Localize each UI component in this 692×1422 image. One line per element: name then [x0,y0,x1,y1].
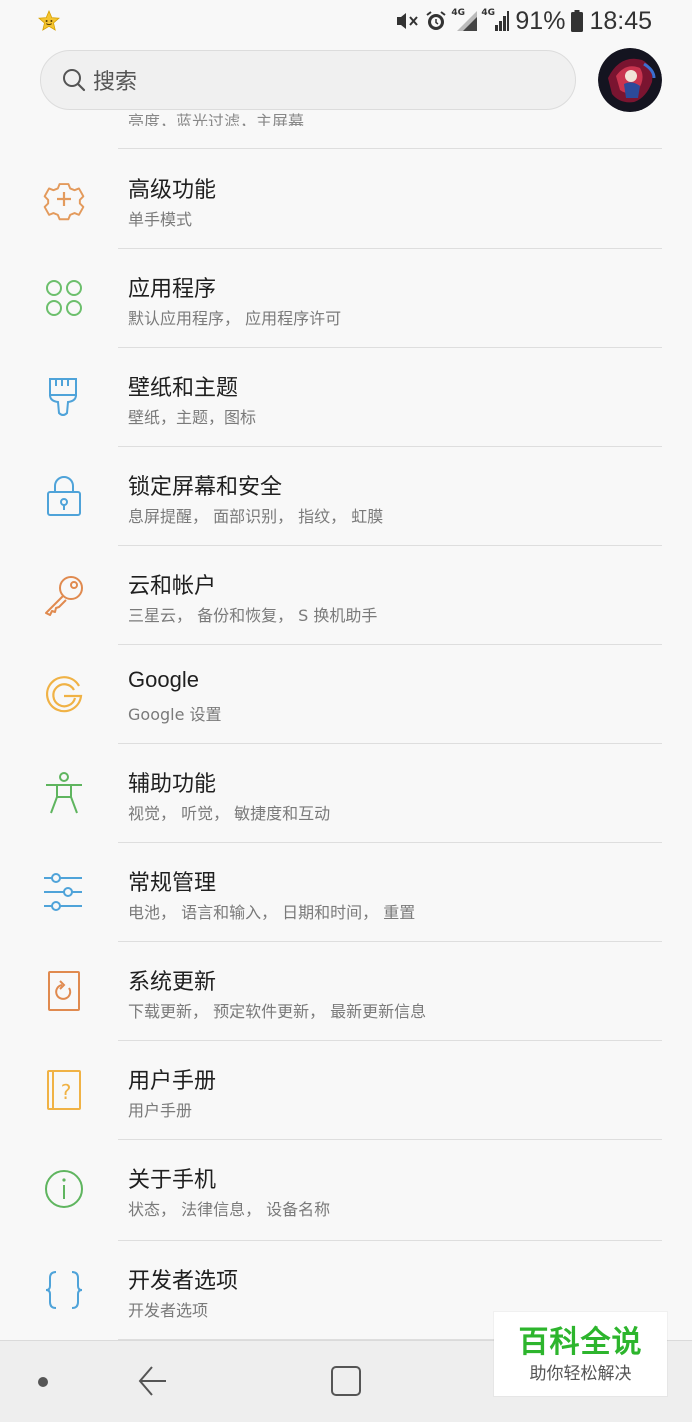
settings-item-user-manual[interactable]: ? 用户手册 用户手册 [0,1041,692,1139]
4g-signal-icon: 4G [481,8,510,33]
settings-item-wallpaper-themes[interactable]: 壁纸和主题 壁纸，主题，图标 [0,348,692,446]
item-subtitle: 息屏提醒， 面部识别， 指纹， 虹膜 [128,507,384,526]
item-subtitle: 三星云， 备份和恢复， S 换机助手 [128,606,378,625]
lock-icon [42,474,86,518]
divider [118,148,662,149]
watermark-title: 百科全说 [518,1325,643,1360]
item-title: 用户手册 [128,1069,217,1094]
settings-list[interactable]: 亮度，蓝光过滤，主屏幕 高级功能 单手模式 应用程序 默认应用程序， 应用程序许… [0,110,692,1340]
mute-vibrate-icon [395,10,419,32]
settings-item-about-phone[interactable]: 关于手机 状态， 法律信息， 设备名称 [0,1140,692,1238]
item-title: 辅助功能 [128,772,217,797]
settings-item-cloud-accounts[interactable]: 云和帐户 三星云， 备份和恢复， S 换机助手 [0,546,692,644]
item-subtitle: 壁纸，主题，图标 [128,408,257,427]
svg-text:?: ? [61,1080,72,1104]
item-subtitle: 下载更新， 预定软件更新， 最新更新信息 [128,1002,427,1021]
braces-icon [42,1268,86,1312]
network-type-label: 4G [451,8,466,18]
watermark-logo: 百科全说 助你轻松解决 [494,1312,667,1396]
recent-apps-dot[interactable] [38,1377,48,1387]
item-subtitle: 默认应用程序， 应用程序许可 [128,309,342,328]
item-title: 关于手机 [128,1168,217,1193]
manual-icon: ? [42,1068,86,1112]
search-icon [63,69,86,92]
avatar[interactable] [598,48,662,112]
search-placeholder: 搜索 [93,70,138,95]
alarm-icon [425,10,447,32]
partial-item-subtitle: 亮度，蓝光过滤，主屏幕 [128,112,305,126]
status-bar: 4G 4G 91% 18:45 [0,0,692,42]
4g-signal-icon: 4G [451,8,478,33]
key-icon [42,573,86,617]
star-face-icon [38,9,60,32]
item-subtitle: 视觉， 听觉， 敏捷度和互动 [128,804,331,823]
settings-item-advanced-features[interactable]: 高级功能 单手模式 [0,150,692,248]
settings-item-general-management[interactable]: 常规管理 电池， 语言和输入， 日期和时间， 重置 [0,843,692,941]
item-title: Google [128,667,199,692]
item-subtitle: 用户手册 [128,1101,193,1120]
google-icon [42,672,86,716]
sliders-icon [42,870,86,914]
item-title: 常规管理 [128,871,217,896]
item-title: 壁纸和主题 [128,376,239,401]
settings-item-lock-screen-security[interactable]: 锁定屏幕和安全 息屏提醒， 面部识别， 指纹， 虹膜 [0,447,692,545]
apps-grid-icon [42,276,86,320]
item-title: 云和帐户 [128,574,217,599]
item-subtitle: Google 设置 [128,705,222,724]
settings-item-accessibility[interactable]: 辅助功能 视觉， 听觉， 敏捷度和互动 [0,744,692,842]
item-title: 高级功能 [128,178,217,203]
paintbrush-icon [42,375,86,419]
accessibility-icon [42,771,86,815]
item-title: 系统更新 [128,970,217,995]
info-icon [42,1167,86,1211]
home-icon[interactable] [330,1365,362,1401]
item-title: 应用程序 [128,277,217,302]
settings-item-google[interactable]: Google Google 设置 [0,645,692,743]
clock: 18:45 [589,6,652,35]
settings-item-system-update[interactable]: 系统更新 下载更新， 预定软件更新， 最新更新信息 [0,942,692,1040]
search-bar[interactable]: 搜索 [40,50,576,110]
item-subtitle: 电池， 语言和输入， 日期和时间， 重置 [128,903,416,922]
battery-percent: 91% [515,6,566,35]
item-subtitle: 状态， 法律信息， 设备名称 [128,1200,331,1219]
gear-plus-icon [42,177,86,221]
item-title: 开发者选项 [128,1269,239,1294]
watermark-subtitle: 助你轻松解决 [529,1364,632,1384]
settings-item-apps[interactable]: 应用程序 默认应用程序， 应用程序许可 [0,249,692,347]
network-type-label: 4G [481,8,496,18]
battery-icon [571,10,584,32]
back-icon[interactable] [136,1363,168,1403]
item-title: 锁定屏幕和安全 [128,475,283,500]
item-subtitle: 开发者选项 [128,1301,209,1320]
item-subtitle: 单手模式 [128,210,193,229]
system-update-icon [42,969,86,1013]
